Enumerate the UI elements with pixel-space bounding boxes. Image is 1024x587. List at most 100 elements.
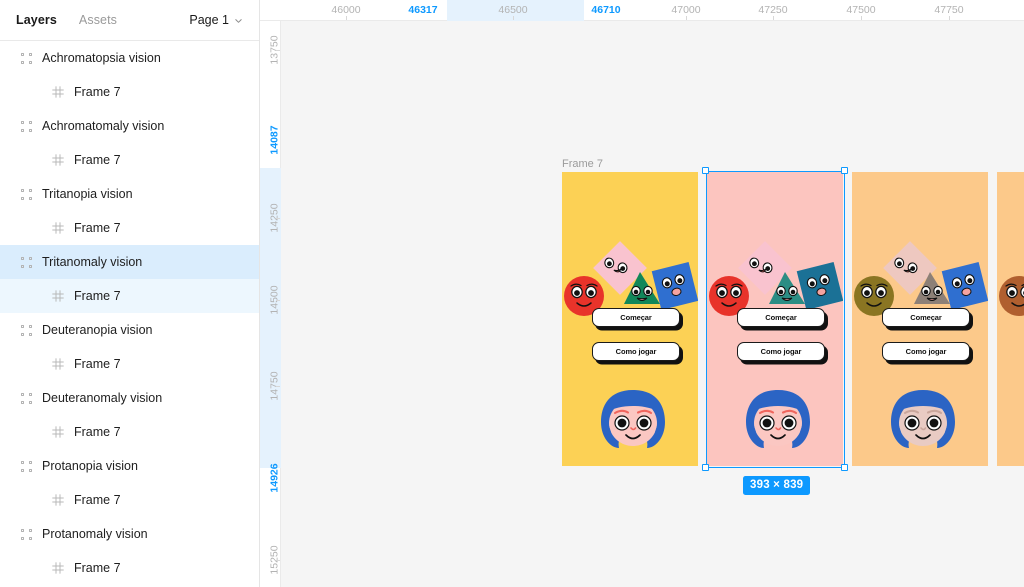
how-to-play-button[interactable]: Como jogar (882, 342, 970, 361)
layer-row[interactable]: Protanomaly vision (0, 517, 259, 551)
layer-row[interactable]: Frame 7 (0, 143, 259, 177)
layer-row[interactable]: Frame 7 (0, 279, 259, 313)
frame-icon (50, 220, 66, 236)
shape-characters-group (999, 276, 1024, 316)
ruler-tick-label: 14087 (260, 124, 281, 156)
frame-icon (50, 288, 66, 304)
layer-label: Frame 7 (74, 221, 121, 235)
start-game-button[interactable]: Começar (882, 308, 970, 327)
ruler-tick-mark (276, 218, 280, 219)
layer-row[interactable]: Achromatomaly vision (0, 109, 259, 143)
shape-characters-group (854, 241, 988, 316)
layer-row[interactable]: Protanopia vision (0, 449, 259, 483)
layer-row[interactable]: Tritanopia vision (0, 177, 259, 211)
layer-label: Achromatomaly vision (42, 119, 165, 133)
layer-row[interactable]: Frame 7 (0, 483, 259, 517)
ruler-tick-mark (276, 300, 280, 301)
layer-label: Frame 7 (74, 153, 121, 167)
tritanopia-frame[interactable]: Começar Como jogar (852, 172, 988, 466)
figma-window: Layers Assets Page 1 Achromatopsia visio… (0, 0, 1024, 587)
layer-row[interactable]: Frame 7 (0, 75, 259, 109)
ruler-tick-mark (686, 16, 687, 20)
layer-row[interactable]: Achromatopsia vision (0, 41, 259, 75)
horizontal-ruler[interactable]: 46000 46317 46500 46710 47000 47250 47500 47750 (260, 0, 1024, 21)
shape-characters-group (709, 241, 843, 316)
layer-label: Protanopia vision (42, 459, 138, 473)
how-to-play-button[interactable]: Como jogar (737, 342, 825, 361)
avatar (738, 386, 818, 461)
achromatopsia-frame[interactable]: Começar Como jogar (562, 172, 698, 466)
frame-title-label[interactable]: Frame 7 (562, 158, 603, 170)
layer-row[interactable]: Frame 7 (0, 415, 259, 449)
avatar-character (746, 390, 810, 448)
component-icon (18, 118, 34, 134)
vertical-ruler[interactable]: 13750 14087 14250 14500 14750 14926 15250 (260, 21, 281, 587)
layer-label: Frame 7 (74, 561, 121, 575)
layer-row[interactable]: Deuteranomaly vision (0, 381, 259, 415)
frame-icon (50, 424, 66, 440)
component-icon (18, 322, 34, 338)
ruler-tick-text: 14926 (268, 463, 281, 493)
ruler-tick-label: 46710 (591, 4, 621, 16)
component-icon (18, 458, 34, 474)
ruler-tick-label: 46317 (408, 4, 438, 16)
layer-label: Protanomaly vision (42, 527, 148, 541)
layer-row[interactable]: Frame 7 (0, 347, 259, 381)
ruler-tick-text: 14087 (268, 125, 281, 155)
avatar (593, 386, 673, 461)
component-icon (18, 526, 34, 542)
ruler-tick-mark (773, 16, 774, 20)
layer-row[interactable]: Frame 7 (0, 211, 259, 245)
shape-characters-group (564, 241, 698, 316)
shapes-row (562, 234, 698, 349)
layer-label: Frame 7 (74, 289, 121, 303)
component-icon (18, 186, 34, 202)
layer-label: Frame 7 (74, 493, 121, 507)
shapes-row (707, 234, 843, 349)
ruler-tick-mark (276, 50, 280, 51)
frame-icon (50, 152, 66, 168)
page-selector-label: Page 1 (189, 13, 229, 27)
avatar-character (891, 390, 955, 448)
avatar (883, 386, 963, 461)
layer-label: Frame 7 (74, 85, 121, 99)
ruler-tick-mark (513, 16, 514, 20)
component-icon (18, 50, 34, 66)
start-game-button[interactable]: Começar (737, 308, 825, 327)
chevron-down-icon (235, 18, 242, 23)
component-icon (18, 254, 34, 270)
component-icon (18, 390, 34, 406)
layer-row[interactable]: Frame 7 (0, 551, 259, 585)
layer-label: Achromatopsia vision (42, 51, 161, 65)
layer-label: Frame 7 (74, 357, 121, 371)
ruler-tick-mark (276, 560, 280, 561)
canvas-viewport[interactable]: Frame 7 Começar Como jogar Começar Como … (282, 22, 1024, 587)
layer-label: Frame 7 (74, 425, 121, 439)
layer-label: Deuteranopia vision (42, 323, 153, 337)
ruler-tick-mark (276, 386, 280, 387)
frame-icon (50, 84, 66, 100)
shapes-row (997, 234, 1024, 349)
tab-layers[interactable]: Layers (16, 13, 57, 27)
left-panel: Layers Assets Page 1 Achromatopsia visio… (0, 0, 260, 587)
deuteranomaly-frame[interactable]: ComeçarComo jogar (997, 172, 1024, 466)
ruler-tick-mark (861, 16, 862, 20)
selection-size-badge: 393 × 839 (743, 476, 811, 495)
frame-icon (50, 492, 66, 508)
shapes-row (852, 234, 988, 349)
layer-label: Deuteranomaly vision (42, 391, 163, 405)
ruler-tick-label: 14926 (260, 462, 281, 494)
layer-row[interactable]: Deuteranopia vision (0, 313, 259, 347)
layer-row[interactable]: Tritanomaly vision (0, 245, 259, 279)
frame-icon (50, 560, 66, 576)
tritanomaly-frame[interactable]: Começar Como jogar (707, 172, 843, 466)
layer-label: Tritanopia vision (42, 187, 133, 201)
how-to-play-button[interactable]: Como jogar (592, 342, 680, 361)
tab-assets[interactable]: Assets (79, 13, 117, 27)
layer-list: Achromatopsia vision Frame 7 Achromatomaly… (0, 41, 259, 585)
start-game-button[interactable]: Começar (592, 308, 680, 327)
ruler-tick-mark (346, 16, 347, 20)
page-selector[interactable]: Page 1 (189, 13, 243, 27)
panel-header: Layers Assets Page 1 (0, 0, 259, 40)
canvas-area[interactable]: 46000 46317 46500 46710 47000 47250 47500 47750… (260, 0, 1024, 587)
